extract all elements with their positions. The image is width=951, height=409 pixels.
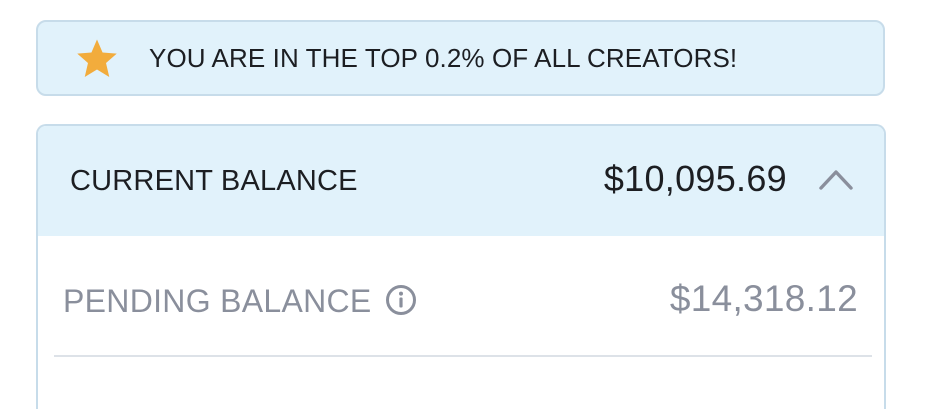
pending-balance-row: PENDING BALANCE $14,318.12 (38, 236, 884, 356)
info-icon[interactable] (385, 284, 417, 316)
balance-card: CURRENT BALANCE $10,095.69 PENDING BALAN… (36, 124, 886, 409)
pending-balance-amount: $14,318.12 (669, 278, 858, 319)
current-balance-header[interactable]: CURRENT BALANCE $10,095.69 (38, 126, 884, 236)
pending-balance-label: PENDING BALANCE (63, 283, 372, 319)
current-balance-amount: $10,095.69 (603, 158, 787, 199)
row-divider (54, 355, 872, 357)
banner-text: YOU ARE IN THE TOP 0.2% OF ALL CREATORS! (149, 43, 738, 73)
earnings-screen: YOU ARE IN THE TOP 0.2% OF ALL CREATORS!… (0, 0, 951, 409)
star-icon (77, 39, 117, 78)
chevron-up-icon[interactable] (818, 166, 854, 192)
top-creator-banner: YOU ARE IN THE TOP 0.2% OF ALL CREATORS! (36, 20, 885, 96)
current-balance-label: CURRENT BALANCE (70, 165, 358, 197)
